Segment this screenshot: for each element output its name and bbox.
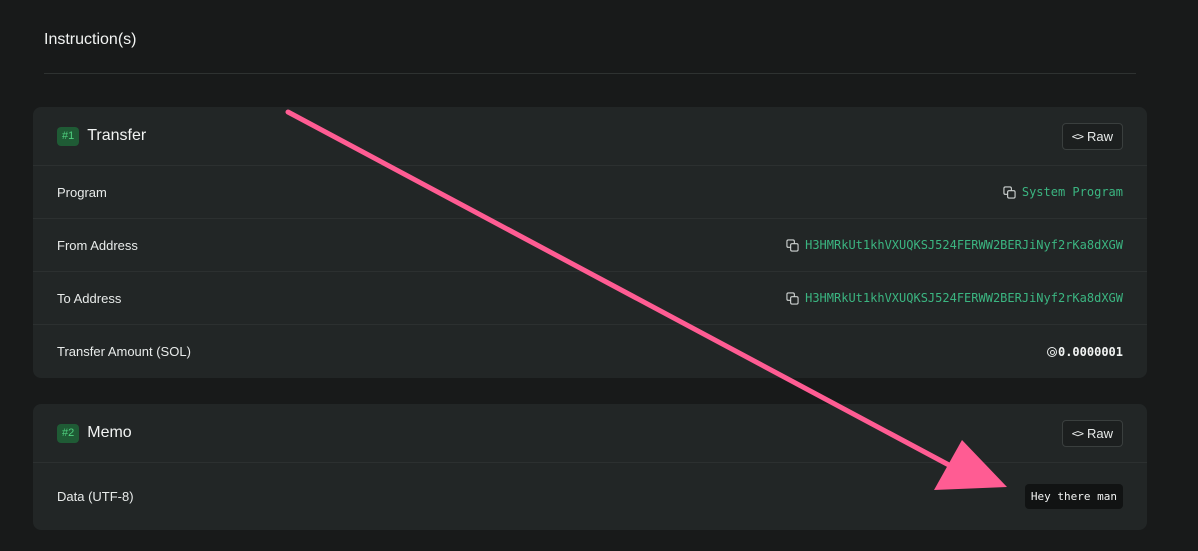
row-program: Program System Program xyxy=(33,166,1147,219)
copy-icon[interactable] xyxy=(786,238,799,252)
row-memo-data: Data (UTF-8) Hey there man xyxy=(33,463,1147,530)
from-address-link[interactable]: H3HMRkUt1khVXUQKSJ524FERWW2BERJiNyf2rKa8… xyxy=(805,238,1123,252)
card-header: #2 Memo <> Raw xyxy=(33,404,1147,463)
instruction-title: Memo xyxy=(87,424,132,441)
instruction-number-badge: #1 xyxy=(57,126,80,146)
raw-button-label: Raw xyxy=(1086,425,1113,441)
row-label: To Address xyxy=(57,290,122,306)
raw-button[interactable]: <> Raw xyxy=(1061,419,1123,447)
row-label: Data (UTF-8) xyxy=(57,489,134,504)
instructions-page: Instruction(s) #1 Transfer <> Raw Progra… xyxy=(0,0,1198,551)
card-header: #1 Transfer <> Raw xyxy=(33,107,1147,166)
copy-icon[interactable] xyxy=(1003,185,1016,199)
sol-icon xyxy=(1046,346,1057,357)
copy-icon[interactable] xyxy=(786,291,799,305)
row-value: H3HMRkUt1khVXUQKSJ524FERWW2BERJiNyf2rKa8… xyxy=(786,291,1123,305)
section-divider xyxy=(44,73,1136,74)
program-link[interactable]: System Program xyxy=(1022,185,1123,199)
instruction-card-transfer: #1 Transfer <> Raw Program System Progra… xyxy=(33,107,1147,378)
instruction-card-memo: #2 Memo <> Raw Data (UTF-8) Hey there ma… xyxy=(33,404,1147,530)
row-label: Transfer Amount (SOL) xyxy=(57,344,191,359)
row-transfer-amount: Transfer Amount (SOL) 0.0000001 xyxy=(33,325,1147,378)
row-value: Hey there man xyxy=(1024,484,1123,509)
raw-button-label: Raw xyxy=(1086,128,1113,144)
instruction-title: Transfer xyxy=(87,127,147,144)
row-label: Program xyxy=(57,184,107,200)
row-value: System Program xyxy=(1003,185,1123,199)
section-title: Instruction(s) xyxy=(44,31,137,48)
memo-data-value: Hey there man xyxy=(1024,484,1123,509)
transfer-amount-value: 0.0000001 xyxy=(1057,344,1123,359)
row-value: H3HMRkUt1khVXUQKSJ524FERWW2BERJiNyf2rKa8… xyxy=(786,238,1123,252)
instruction-number-badge: #2 xyxy=(57,423,80,443)
code-icon: <> xyxy=(1071,426,1084,440)
to-address-link[interactable]: H3HMRkUt1khVXUQKSJ524FERWW2BERJiNyf2rKa8… xyxy=(805,291,1123,305)
row-to-address: To Address H3HMRkUt1khVXUQKSJ524FERWW2BE… xyxy=(33,272,1147,325)
row-from-address: From Address H3HMRkUt1khVXUQKSJ524FERWW2… xyxy=(33,219,1147,272)
raw-button[interactable]: <> Raw xyxy=(1061,122,1123,150)
row-label: From Address xyxy=(57,237,138,253)
row-value: 0.0000001 xyxy=(1046,344,1123,359)
code-icon: <> xyxy=(1071,129,1084,143)
